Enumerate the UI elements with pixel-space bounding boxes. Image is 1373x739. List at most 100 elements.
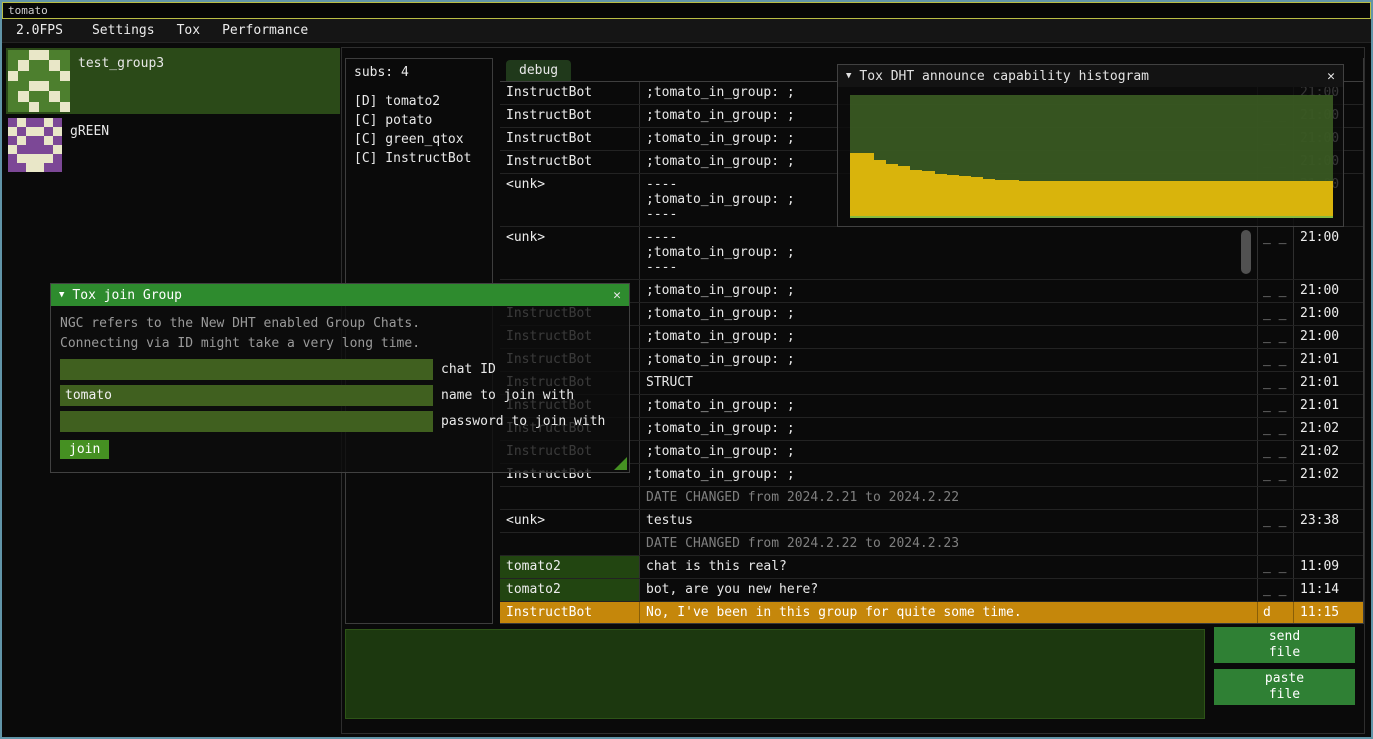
avatar-pixel (29, 50, 39, 60)
close-icon[interactable]: ✕ (1327, 69, 1335, 84)
avatar-pixel (49, 71, 59, 81)
message-input[interactable] (345, 629, 1205, 719)
menu-item-settings[interactable]: Settings (81, 20, 166, 41)
message-flags: _ _ (1257, 395, 1293, 417)
message-time: 11:09 (1293, 556, 1363, 578)
avatar-pixel (35, 145, 44, 154)
group-list-item[interactable]: test_group3 (6, 48, 340, 114)
message-author: InstructBot (500, 105, 640, 127)
histogram-plot[interactable] (850, 95, 1333, 218)
histogram-window-titlebar[interactable]: ▼ Tox DHT announce capability histogram … (838, 65, 1343, 87)
join-button[interactable]: join (60, 440, 109, 459)
avatar-pixel (60, 71, 70, 81)
chat-id-input[interactable] (60, 359, 433, 380)
message-text: ;tomato_in_group: ; (640, 303, 1257, 325)
message-row[interactable]: <unk>---- ;tomato_in_group: ; ----_ _21:… (500, 227, 1363, 280)
avatar-pixel (29, 91, 39, 101)
histogram-bar (1321, 181, 1333, 216)
histogram-bar (1309, 181, 1321, 216)
avatar-pixel (60, 50, 70, 60)
histogram-bar (1007, 180, 1019, 216)
join-password-input[interactable] (60, 411, 433, 432)
avatar-pixel (53, 163, 62, 172)
join-name-input[interactable] (60, 385, 433, 406)
histogram-bar (959, 176, 971, 216)
avatar-pixel (8, 118, 17, 127)
message-author (500, 533, 640, 555)
message-flags: _ _ (1257, 418, 1293, 440)
menu-item-performance[interactable]: Performance (211, 20, 319, 41)
message-time: 21:02 (1293, 441, 1363, 463)
avatar-pixel (29, 60, 39, 70)
member-item[interactable]: [C] green_qtox (354, 130, 484, 149)
message-row[interactable]: InstructBotNo, I've been in this group f… (500, 602, 1363, 623)
message-time: 21:02 (1293, 418, 1363, 440)
histogram-bar (1128, 181, 1140, 216)
group-avatar (8, 118, 62, 172)
avatar-pixel (8, 71, 18, 81)
message-row[interactable]: tomato2bot, are you new here?_ _11:14 (500, 579, 1363, 602)
collapse-arrow-icon[interactable]: ▼ (59, 290, 64, 300)
message-row[interactable]: tomato2chat is this real?_ _11:09 (500, 556, 1363, 579)
avatar-pixel (17, 163, 26, 172)
avatar-pixel (17, 118, 26, 127)
chat-scrollbar[interactable] (1241, 230, 1251, 274)
message-time: 21:00 (1293, 227, 1363, 279)
avatar-pixel (8, 60, 18, 70)
avatar-pixel (26, 145, 35, 154)
message-time (1293, 533, 1363, 555)
message-flags: _ _ (1257, 227, 1293, 279)
message-row[interactable]: <unk>testus_ _23:38 (500, 510, 1363, 533)
tab-debug[interactable]: debug (506, 60, 571, 81)
avatar-pixel (39, 71, 49, 81)
avatar-pixel (35, 118, 44, 127)
histogram-bar (1116, 181, 1128, 216)
message-author: InstructBot (500, 128, 640, 150)
join-window-body: NGC refers to the New DHT enabled Group … (51, 306, 629, 467)
avatar-pixel (44, 136, 53, 145)
histogram-bar (935, 174, 947, 216)
avatar-pixel (18, 60, 28, 70)
group-list-item[interactable]: gREEN (6, 116, 340, 174)
avatar-pixel (26, 118, 35, 127)
avatar-pixel (29, 81, 39, 91)
resize-grip[interactable] (614, 457, 627, 470)
histogram-bar (1188, 181, 1200, 216)
avatar-pixel (49, 60, 59, 70)
avatar-pixel (8, 81, 18, 91)
join-field-row: password to join with (60, 411, 620, 432)
message-time (1293, 487, 1363, 509)
avatar-pixel (53, 127, 62, 136)
avatar-pixel (18, 91, 28, 101)
message-text: ;tomato_in_group: ; (640, 441, 1257, 463)
member-item[interactable]: [D] tomato2 (354, 92, 484, 111)
message-flags: _ _ (1257, 326, 1293, 348)
join-info-line: NGC refers to the New DHT enabled Group … (60, 314, 620, 334)
avatar-pixel (8, 154, 17, 163)
join-window-title: Tox join Group (72, 288, 182, 303)
avatar-pixel (8, 163, 17, 172)
histogram-window: ▼ Tox DHT announce capability histogram … (837, 64, 1344, 227)
member-list: [D] tomato2[C] potato[C] green_qtox[C] I… (354, 92, 484, 168)
collapse-arrow-icon[interactable]: ▼ (846, 71, 851, 81)
paste-file-button[interactable]: paste file (1214, 669, 1355, 705)
member-item[interactable]: [C] potato (354, 111, 484, 130)
message-time: 21:01 (1293, 395, 1363, 417)
message-text: ;tomato_in_group: ; (640, 349, 1257, 371)
join-fields: chat IDname to join withpassword to join… (60, 359, 620, 432)
send-file-button[interactable]: send file (1214, 627, 1355, 663)
avatar-pixel (29, 71, 39, 81)
message-text: No, I've been in this group for quite so… (640, 602, 1257, 623)
histogram-bar (1224, 181, 1236, 216)
date-changed-text: DATE CHANGED from 2024.2.22 to 2024.2.23 (640, 533, 1257, 555)
avatar-pixel (18, 50, 28, 60)
avatar-pixel (44, 154, 53, 163)
menu-item-tox[interactable]: Tox (166, 20, 211, 41)
close-icon[interactable]: ✕ (613, 288, 621, 303)
join-field-label: password to join with (441, 414, 605, 429)
histogram-bar (898, 166, 910, 216)
date-separator-row[interactable]: DATE CHANGED from 2024.2.21 to 2024.2.22 (500, 487, 1363, 510)
date-separator-row[interactable]: DATE CHANGED from 2024.2.22 to 2024.2.23 (500, 533, 1363, 556)
join-window-titlebar[interactable]: ▼ Tox join Group ✕ (51, 284, 629, 306)
member-item[interactable]: [C] InstructBot (354, 149, 484, 168)
